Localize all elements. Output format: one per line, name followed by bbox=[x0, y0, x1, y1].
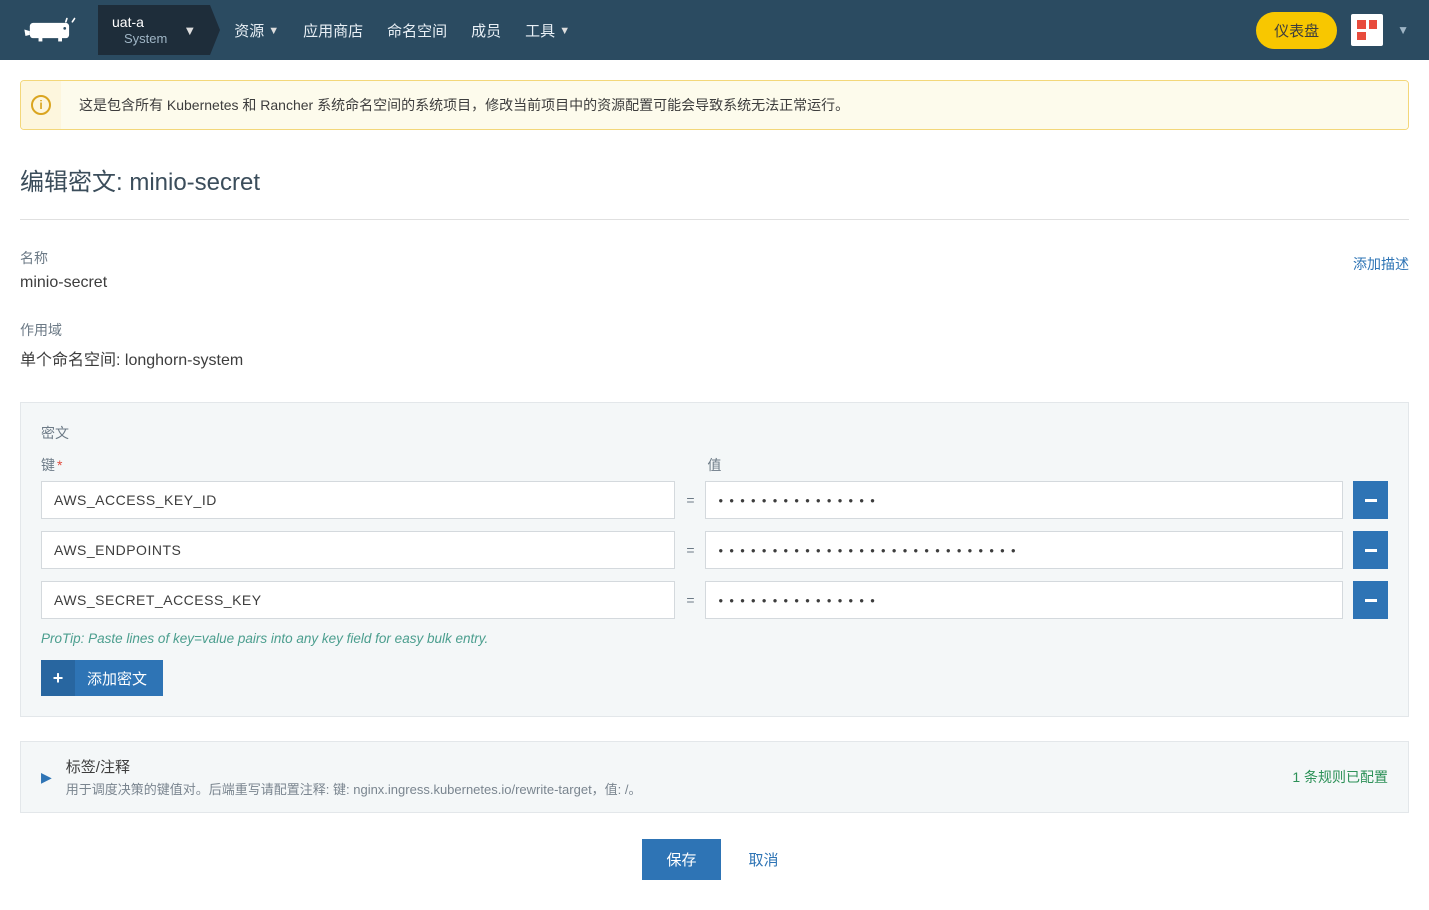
remove-row-button[interactable] bbox=[1353, 581, 1388, 619]
add-secret-button[interactable]: + 添加密文 bbox=[41, 660, 163, 696]
cancel-button[interactable]: 取消 bbox=[741, 839, 787, 880]
secret-value-input[interactable] bbox=[705, 581, 1343, 619]
minus-icon bbox=[1365, 549, 1377, 552]
info-icon: i bbox=[21, 81, 61, 129]
key-header: 键 bbox=[41, 457, 55, 473]
chevron-down-icon[interactable]: ▼ bbox=[1397, 23, 1409, 37]
secret-row: = bbox=[41, 581, 1388, 619]
secret-key-input[interactable] bbox=[41, 481, 675, 519]
labels-title: 标签/注释 bbox=[66, 756, 1293, 777]
rules-configured-badge: 1 条规则已配置 bbox=[1292, 767, 1388, 787]
nav-resources[interactable]: 资源 ▼ bbox=[234, 20, 279, 41]
chevron-down-icon: ▼ bbox=[183, 23, 196, 38]
top-nav: uat-a System ▼ 资源 ▼ 应用商店 命名空间 成员 工具 ▼ 仪表… bbox=[0, 0, 1429, 60]
secret-key-input[interactable] bbox=[41, 581, 675, 619]
scope-value: 单个命名空间: longhorn-system bbox=[20, 346, 1409, 370]
secrets-panel-title: 密文 bbox=[41, 423, 1388, 443]
user-avatar[interactable] bbox=[1351, 14, 1383, 46]
cluster-name: uat-a bbox=[112, 14, 167, 31]
remove-row-button[interactable] bbox=[1353, 481, 1388, 519]
value-header: 值 bbox=[707, 455, 1388, 475]
alert-text: 这是包含所有 Kubernetes 和 Rancher 系统命名空间的系统项目，… bbox=[61, 81, 1408, 129]
nav-items: 资源 ▼ 应用商店 命名空间 成员 工具 ▼ bbox=[234, 20, 1256, 41]
equals-sign: = bbox=[685, 542, 695, 558]
system-warning-alert: i 这是包含所有 Kubernetes 和 Rancher 系统命名空间的系统项… bbox=[20, 80, 1409, 130]
secret-row: = bbox=[41, 481, 1388, 519]
cluster-project: System bbox=[124, 31, 167, 47]
expand-arrow-icon[interactable]: ▶ bbox=[41, 769, 52, 786]
nav-members[interactable]: 成员 bbox=[471, 20, 501, 41]
secrets-panel: 密文 键* 值 = = = ProTip: Paste lines of key… bbox=[20, 402, 1409, 717]
secret-key-input[interactable] bbox=[41, 531, 675, 569]
protip-text: ProTip: Paste lines of key=value pairs i… bbox=[41, 631, 1388, 646]
save-button[interactable]: 保存 bbox=[642, 839, 720, 880]
name-label: 名称 bbox=[20, 248, 48, 268]
minus-icon bbox=[1365, 599, 1377, 602]
equals-sign: = bbox=[685, 492, 695, 508]
logo[interactable] bbox=[20, 14, 90, 46]
secret-value-input[interactable] bbox=[705, 531, 1343, 569]
add-description-link[interactable]: 添加描述 bbox=[1353, 254, 1409, 274]
labels-subtitle: 用于调度决策的键值对。后端重写请配置注释: 键: nginx.ingress.k… bbox=[66, 779, 1293, 798]
minus-icon bbox=[1365, 499, 1377, 502]
cluster-selector[interactable]: uat-a System ▼ bbox=[98, 5, 210, 55]
nav-tools[interactable]: 工具 ▼ bbox=[525, 20, 570, 41]
chevron-down-icon: ▼ bbox=[268, 25, 279, 37]
equals-sign: = bbox=[685, 592, 695, 608]
page-title: 编辑密文: minio-secret bbox=[20, 150, 1409, 220]
secret-row: = bbox=[41, 531, 1388, 569]
form-actions: 保存 取消 bbox=[20, 813, 1409, 910]
remove-row-button[interactable] bbox=[1353, 531, 1388, 569]
required-star: * bbox=[57, 457, 62, 473]
labels-annotations-panel[interactable]: ▶ 标签/注释 用于调度决策的键值对。后端重写请配置注释: 键: nginx.i… bbox=[20, 741, 1409, 813]
chevron-down-icon: ▼ bbox=[559, 25, 570, 37]
dashboard-button[interactable]: 仪表盘 bbox=[1256, 12, 1337, 49]
nav-namespaces[interactable]: 命名空间 bbox=[387, 20, 447, 41]
scope-label: 作用域 bbox=[20, 320, 1409, 340]
avatar-icon bbox=[1357, 20, 1377, 40]
plus-icon: + bbox=[41, 660, 75, 696]
name-value: minio-secret bbox=[20, 274, 1409, 292]
secret-value-input[interactable] bbox=[705, 481, 1343, 519]
nav-apps[interactable]: 应用商店 bbox=[303, 20, 363, 41]
